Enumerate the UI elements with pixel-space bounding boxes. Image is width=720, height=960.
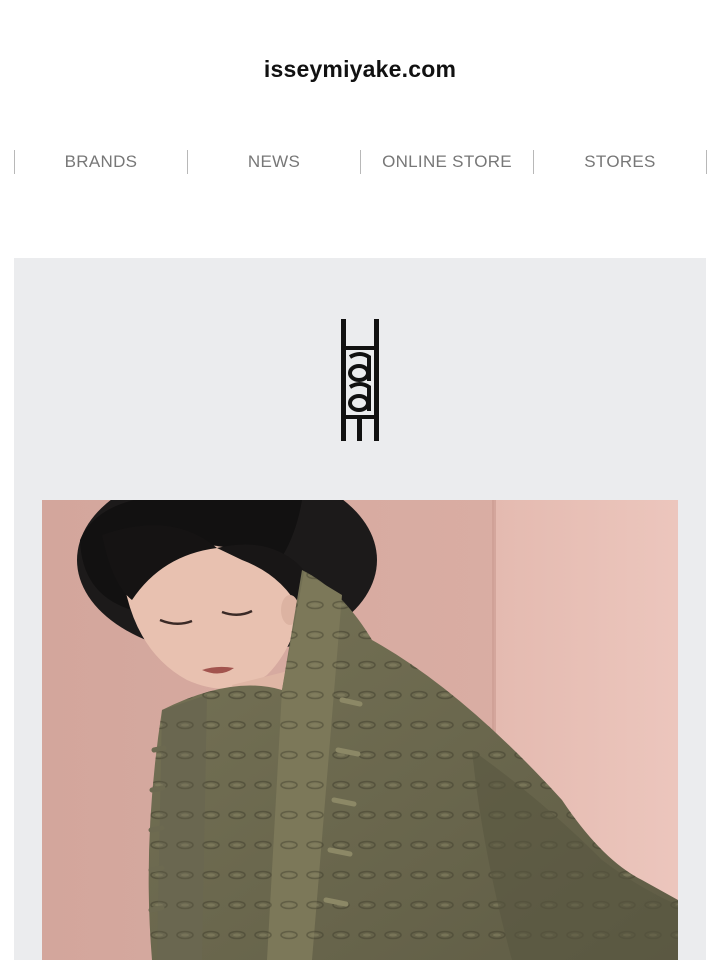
- nav-item-stores[interactable]: STORES: [534, 150, 707, 174]
- nav-item-brands[interactable]: BRANDS: [15, 150, 188, 174]
- hero-panel: [14, 258, 706, 960]
- site-title-link[interactable]: isseymiyake.com: [0, 56, 720, 83]
- main-nav: BRANDS NEWS ONLINE STORE STORES: [14, 150, 707, 174]
- model-in-olive-jacket-photo[interactable]: [42, 500, 678, 960]
- email-page: isseymiyake.com BRANDS NEWS ONLINE STORE…: [0, 0, 720, 960]
- nav-item-online-store[interactable]: ONLINE STORE: [361, 150, 534, 174]
- haat-logo-icon[interactable]: [340, 319, 380, 441]
- nav-item-news[interactable]: NEWS: [188, 150, 361, 174]
